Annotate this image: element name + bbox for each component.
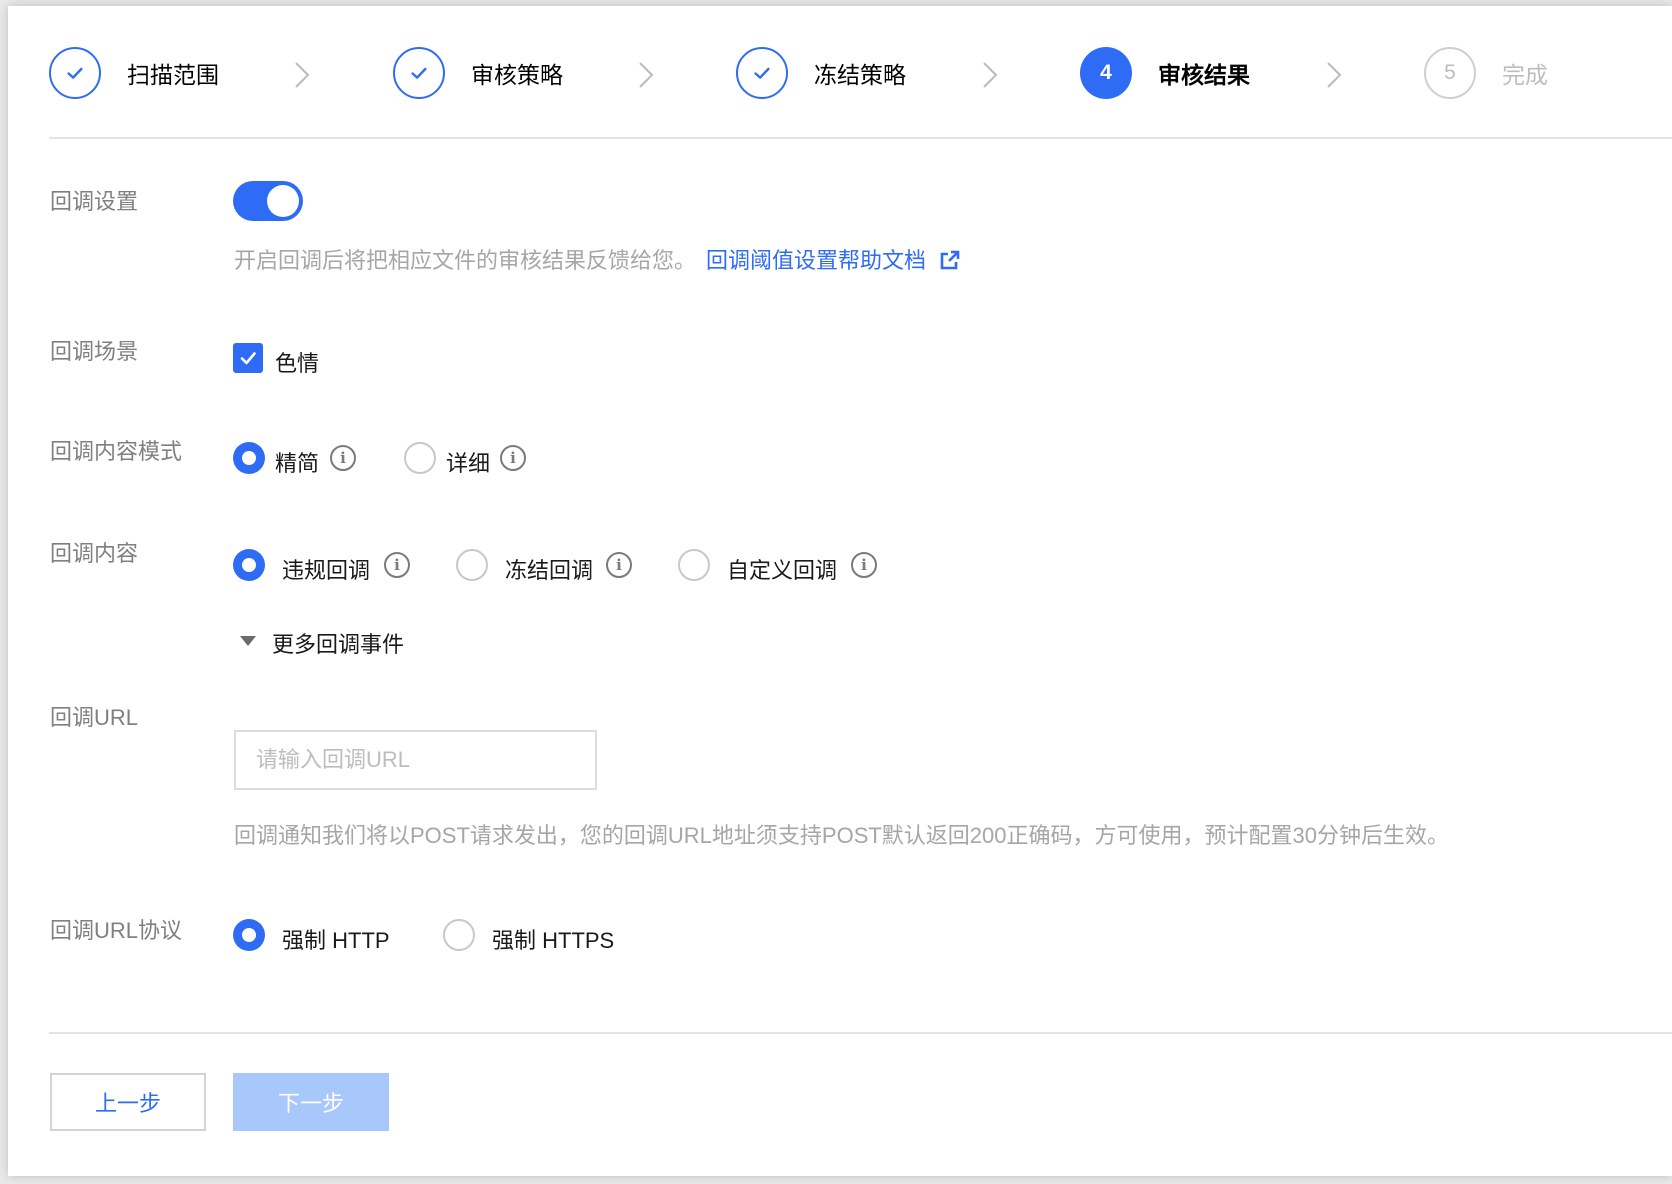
- callback-content-label: 回调内容: [50, 541, 139, 566]
- step-scan-scope[interactable]: 扫描范围: [49, 47, 219, 99]
- step-label: 冻结策略: [814, 62, 906, 88]
- mode-option-detail: 详细: [446, 451, 491, 476]
- info-icon[interactable]: i: [500, 445, 526, 471]
- more-events-toggle[interactable]: 更多回调事件: [272, 627, 404, 659]
- step-review-result[interactable]: 4 审核结果: [1080, 47, 1250, 99]
- callback-settings-label: 回调设置: [50, 189, 139, 214]
- help-doc-link[interactable]: 回调阈值设置帮助文档: [706, 248, 926, 273]
- info-icon[interactable]: i: [606, 552, 632, 578]
- callback-url-hint: 回调通知我们将以POST请求发出，您的回调URL地址须支持POST默认返回200…: [234, 823, 1449, 848]
- scene-checkbox[interactable]: [233, 343, 263, 373]
- step-number: 4: [1080, 47, 1132, 99]
- scene-option-label: 色情: [275, 351, 320, 376]
- callback-scene-label: 回调场景: [50, 339, 139, 364]
- info-icon[interactable]: i: [851, 552, 877, 578]
- protocol-radio-http[interactable]: [233, 919, 265, 951]
- callback-url-input[interactable]: [234, 730, 597, 790]
- step-review-policy[interactable]: 审核策略: [393, 47, 563, 99]
- content-option-violation: 违规回调: [282, 558, 371, 583]
- chevron-right-icon: [983, 62, 998, 88]
- content-option-freeze: 冻结回调: [505, 558, 594, 583]
- mode-option-simple: 精简: [275, 451, 320, 476]
- content-radio-violation[interactable]: [233, 549, 265, 581]
- callback-toggle[interactable]: [233, 181, 303, 221]
- callback-url-label: 回调URL: [50, 705, 139, 730]
- step-label: 审核结果: [1158, 62, 1250, 88]
- step-freeze-policy[interactable]: 冻结策略: [736, 47, 906, 99]
- callback-protocol-label: 回调URL协议: [50, 918, 183, 943]
- protocol-option-https: 强制 HTTPS: [492, 928, 615, 953]
- chevron-right-icon: [1327, 62, 1342, 88]
- info-icon[interactable]: i: [330, 445, 356, 471]
- divider: [49, 137, 1672, 139]
- content-radio-custom[interactable]: [678, 549, 710, 581]
- hint-text: 开启回调后将把相应文件的审核结果反馈给您。: [234, 248, 697, 273]
- next-step-button[interactable]: 下一步: [233, 1073, 389, 1131]
- step-complete[interactable]: 5 完成: [1424, 47, 1548, 99]
- check-icon: [736, 47, 788, 99]
- callback-mode-label: 回调内容模式: [50, 439, 183, 464]
- caret-down-icon[interactable]: [240, 636, 256, 646]
- step-label: 审核策略: [471, 62, 563, 88]
- content-radio-freeze[interactable]: [456, 549, 488, 581]
- protocol-option-http: 强制 HTTP: [282, 928, 390, 953]
- chevron-right-icon: [639, 62, 654, 88]
- external-link-icon[interactable]: [940, 250, 960, 270]
- content-option-custom: 自定义回调: [727, 558, 838, 583]
- step-label: 扫描范围: [127, 62, 219, 88]
- check-icon: [49, 47, 101, 99]
- step-number: 5: [1424, 47, 1476, 99]
- mode-radio-detail[interactable]: [404, 442, 436, 474]
- info-icon[interactable]: i: [384, 552, 410, 578]
- check-icon: [240, 352, 256, 365]
- callback-settings-hint: 开启回调后将把相应文件的审核结果反馈给您。 回调阈值设置帮助文档: [234, 243, 960, 275]
- check-icon: [393, 47, 445, 99]
- prev-step-button[interactable]: 上一步: [50, 1073, 206, 1131]
- divider: [49, 1032, 1672, 1034]
- chevron-right-icon: [295, 62, 310, 88]
- mode-radio-simple[interactable]: [233, 442, 265, 474]
- form-card: 扫描范围 审核策略 冻结策略 4 审核结果 5 完成 回调设置 开启回调后将把相…: [8, 6, 1672, 1176]
- steps-bar: 扫描范围 审核策略 冻结策略 4 审核结果 5 完成: [8, 6, 1672, 142]
- toggle-knob: [267, 185, 299, 217]
- protocol-radio-https[interactable]: [443, 919, 475, 951]
- step-label: 完成: [1502, 62, 1548, 88]
